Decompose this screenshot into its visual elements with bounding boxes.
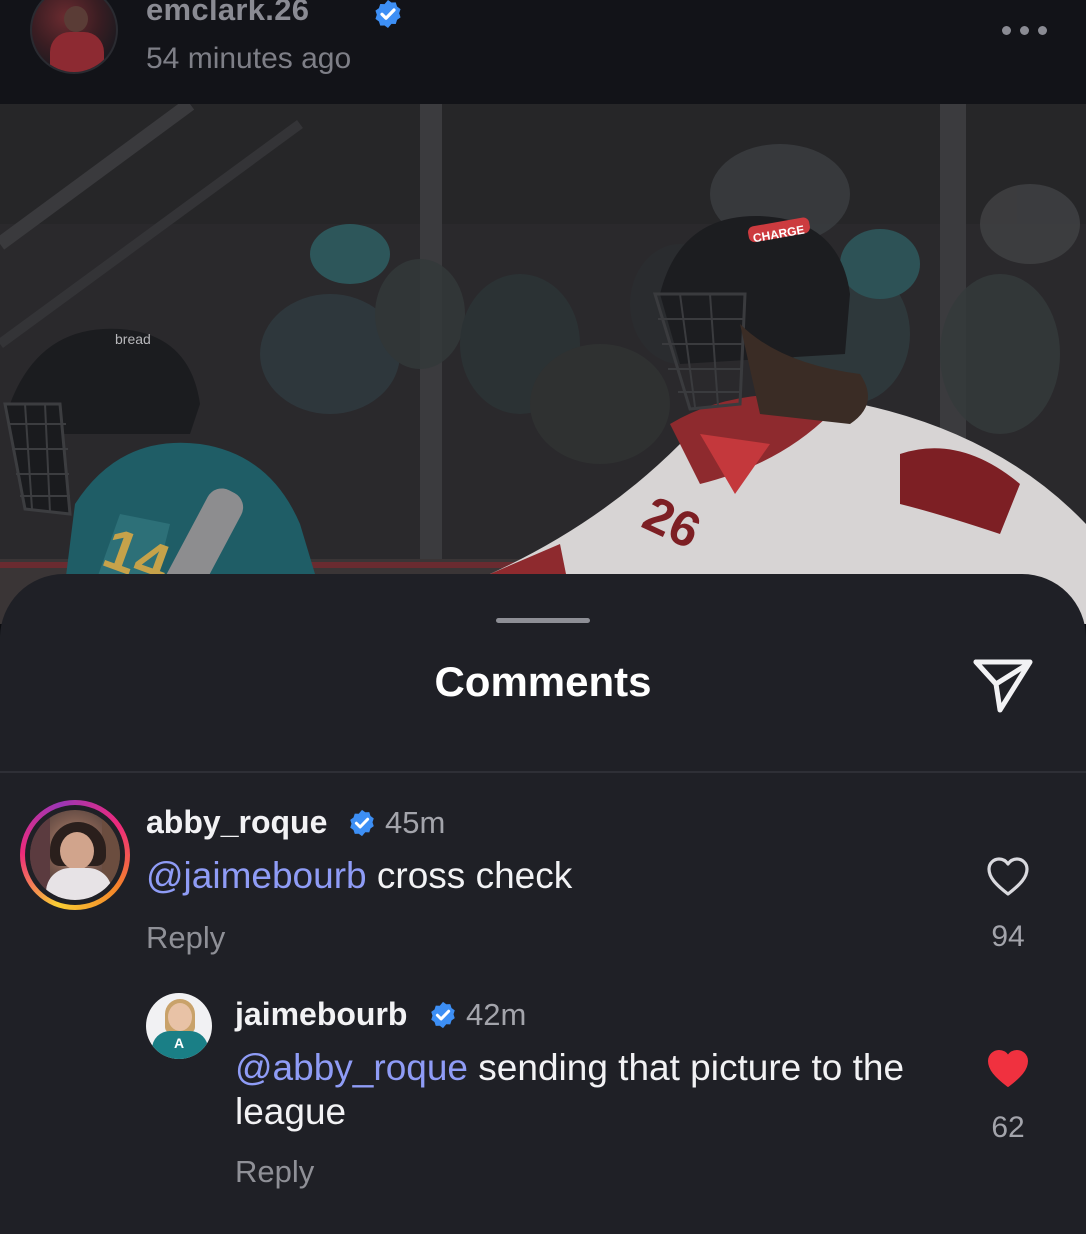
comment-avatar-story-ring[interactable]	[20, 800, 130, 910]
verified-icon	[350, 809, 374, 837]
comment-body: cross check	[366, 855, 573, 896]
post-author-avatar[interactable]	[30, 0, 118, 74]
sheet-grabber-handle[interactable]	[496, 618, 590, 623]
comments-sheet: Comments abby_roque 45m @jaimebourb cros…	[0, 574, 1086, 1234]
comment-avatar	[30, 810, 120, 900]
comment-time: 45m	[385, 805, 446, 840]
reply-button[interactable]: Reply	[146, 920, 225, 956]
comment-username[interactable]: abby_roque	[146, 804, 327, 841]
reply-button[interactable]: Reply	[235, 1154, 314, 1190]
hockey-photo-illustration: 14 bread 26 CHARGE	[0, 104, 1086, 624]
post-photo[interactable]: 14 bread 26 CHARGE	[0, 104, 1086, 624]
comment-avatar[interactable]: A	[146, 993, 212, 1059]
heart-filled-icon[interactable]	[985, 1048, 1031, 1090]
avatar-jersey-letter: A	[174, 1035, 185, 1051]
like-count: 94	[991, 920, 1025, 953]
comment-text: @jaimebourb cross check	[146, 854, 926, 898]
comment-mention[interactable]: @abby_roque	[235, 1047, 468, 1088]
helmet-brand-text: bread	[115, 331, 151, 347]
comment-time: 42m	[466, 997, 527, 1032]
sheet-divider	[0, 771, 1086, 773]
like-count: 62	[991, 1111, 1025, 1144]
heart-outline-icon[interactable]	[985, 856, 1031, 898]
more-options-icon[interactable]	[1000, 20, 1050, 40]
post-time: 54 minutes ago	[146, 42, 352, 75]
comment-username[interactable]: jaimebourb	[235, 996, 407, 1033]
share-icon[interactable]	[970, 654, 1036, 714]
post-username[interactable]: emclark.26	[146, 0, 309, 28]
comment-mention[interactable]: @jaimebourb	[146, 855, 367, 896]
verified-icon	[375, 0, 401, 28]
post-header: emclark.26 54 minutes ago	[0, 0, 1086, 104]
comments-title: Comments	[434, 658, 652, 705]
verified-icon	[431, 1001, 455, 1029]
comment-text: @abby_roque sending that picture to the …	[235, 1046, 935, 1134]
